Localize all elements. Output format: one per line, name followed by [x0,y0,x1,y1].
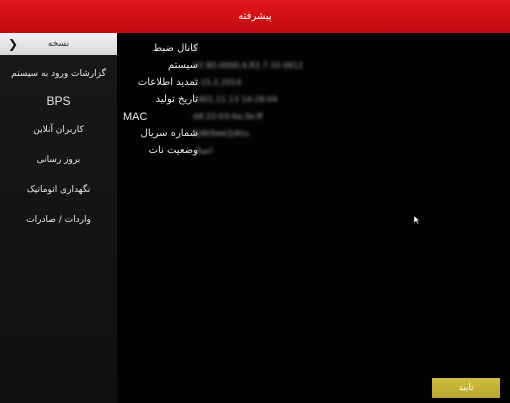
serial-number-label: شماره سریال [140,128,198,139]
chevron-left-icon: ❮ [7,37,19,51]
serial-number-value: 6j4k9we2j4hu [193,129,250,138]
build-date-label: تاریخ تولید [155,94,198,105]
advanced-settings-window: پیشرفته ❮ نسخه گزارشات ورود به سیستم BPS… [0,0,510,403]
mac-value: d4:22:03:4a:3e:ff [193,112,263,121]
sidebar-item-label: نسخه [47,39,70,49]
sidebar-item-label: واردات / صادرات [26,215,91,225]
sidebar-item-import-export[interactable]: واردات / صادرات [0,209,117,231]
nat-status-value: اتصال [193,146,213,155]
mac-label: MAC [123,111,148,123]
window-title: پیشرفته [0,0,510,33]
sidebar-item-upgrade[interactable]: بروز رسانی [0,149,117,171]
sidebar-item-version[interactable]: ❮ نسخه [0,33,117,55]
sidebar-item-login-logs[interactable]: گزارشات ورود به سیستم [0,63,117,85]
sidebar-item-auto-maintain[interactable]: نگهداری اتوماتیک [0,179,117,201]
nat-status-label: وضعیت نات [148,145,198,156]
sidebar-item-label: نگهداری اتوماتیک [26,185,91,195]
sidebar-menu: ❮ نسخه گزارشات ورود به سیستم BPS کاربران… [0,33,117,403]
sidebar-item-bps[interactable]: BPS [0,90,117,112]
ok-button[interactable]: تایید [432,378,500,398]
sidebar-item-label: گزارشات ورود به سیستم [11,69,106,79]
mouse-pointer-icon [413,215,421,225]
build-date-value: 1401.11.13 14:28:04 [193,95,278,104]
sidebar-item-online-users[interactable]: کاربران آنلاین [0,119,117,141]
data-update-value: 1.15.2.2014 [193,78,242,87]
sidebar-item-label: بروز رسانی [36,155,81,165]
system-version-value: V2.80.0000.4.R2.7.10 0612 [193,61,304,70]
data-update-label: تمدید اطلاعات [137,77,198,88]
system-version-label: سیستم [168,60,198,71]
record-channel-value: 8 [193,44,199,53]
record-channel-label: کانال ضبط [152,43,198,54]
sidebar-item-label: BPS [46,94,71,108]
sidebar-item-label: کاربران آنلاین [33,125,84,135]
